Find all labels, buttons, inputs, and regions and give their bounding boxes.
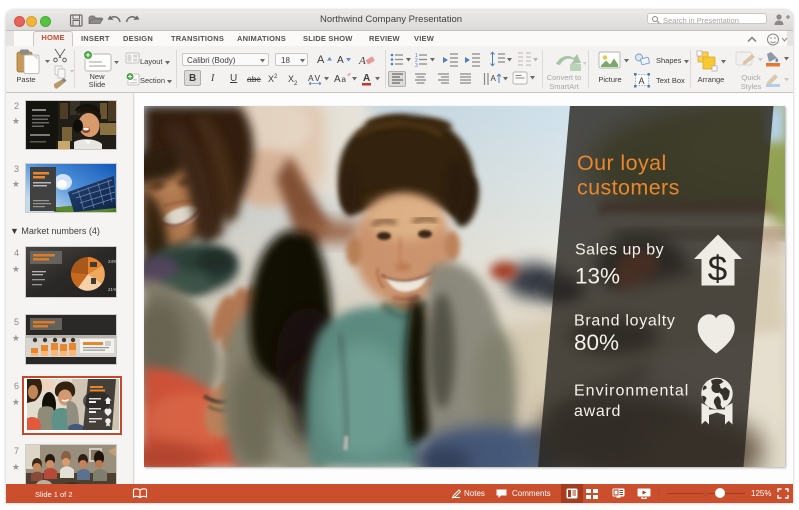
svg-text:A: A (491, 74, 497, 83)
svg-text:3: 3 (415, 63, 418, 69)
svg-text:Our loyal: Our loyal (577, 151, 667, 175)
svg-text:A: A (639, 76, 645, 86)
svg-text:A: A (334, 74, 341, 85)
svg-text:customers: customers (577, 176, 680, 200)
svg-text:award: award (574, 403, 621, 420)
svg-text:a: a (342, 75, 347, 84)
svg-text:Sales up by: Sales up by (575, 242, 664, 259)
svg-text:$: $ (708, 250, 727, 289)
svg-text:A: A (363, 73, 370, 84)
svg-text:Brand loyalty: Brand loyalty (574, 313, 676, 330)
svg-text:A: A (358, 55, 366, 67)
svg-text:80%: 80% (574, 330, 619, 355)
svg-text:24%: 24% (108, 259, 116, 264)
svg-text:21%: 21% (108, 287, 116, 292)
svg-text:Environmental: Environmental (574, 383, 689, 400)
svg-text:13%: 13% (575, 264, 620, 289)
svg-text:V: V (315, 73, 321, 83)
svg-text:A: A (308, 73, 314, 83)
